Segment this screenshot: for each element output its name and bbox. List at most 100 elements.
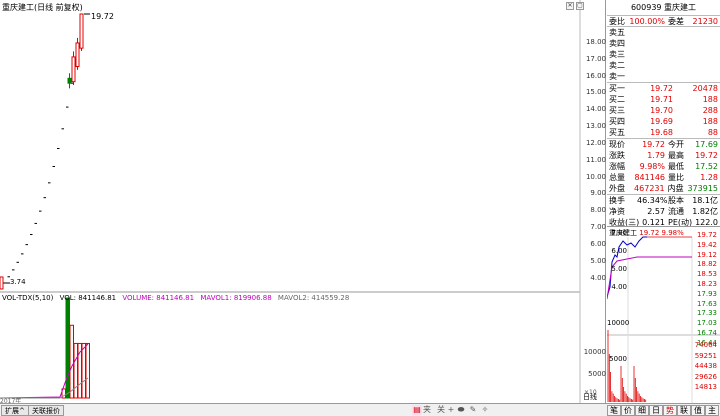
candle-body: [71, 56, 76, 83]
mini-vol-tick-right: 29626: [694, 372, 717, 381]
stats-block: 现价 19.72 今开 17.69 涨跌 1.79 最高 19.72 涨幅 9.98% 最低 17.5…: [607, 139, 720, 195]
fund-row: 换手 46.34% 股本 18.1亿: [607, 195, 720, 206]
volume-bar: [73, 342, 78, 399]
buy-vol: 88: [707, 128, 718, 137]
sell-row: 卖一: [607, 71, 720, 82]
stat-value: 19.72: [642, 140, 665, 149]
buy-price: 19.72: [650, 84, 673, 93]
indicator-icon[interactable]: ▤: [412, 405, 422, 415]
quote-tab[interactable]: 价: [621, 405, 635, 416]
buy-label: 买一: [609, 84, 625, 93]
mini-intraday-panel[interactable]: 重庆建工 19.72 9.98% 7.00 6.00 5.00 4.00 10000 50…: [607, 226, 720, 404]
mini-vol-tick-right: 59251: [694, 351, 717, 360]
close-window-button[interactable]: ✕: [566, 2, 574, 10]
price-tick: 6.00: [590, 239, 606, 248]
tab-related-quotes[interactable]: 关联报价: [28, 405, 64, 416]
tab-expand[interactable]: 扩展^: [1, 405, 29, 416]
volume-bar: [69, 324, 74, 399]
quote-tab[interactable]: 细: [635, 405, 649, 416]
fund-row: 净资 2.57 流通 1.82亿: [607, 206, 720, 217]
stat-key: 最低: [668, 162, 684, 171]
sell-vol: [673, 60, 718, 71]
mini-right-tick: 16.74: [696, 329, 717, 337]
fund-key: 流通: [668, 207, 684, 216]
buy-price: 19.70: [650, 106, 673, 115]
mini-right-tick: 17.93: [696, 289, 717, 298]
buy-price: 19.71: [650, 95, 673, 104]
buy-label: 买五: [609, 128, 625, 137]
quote-tab[interactable]: 主: [705, 405, 719, 416]
stat-value: 17.69: [695, 140, 718, 149]
buy-label: 买四: [609, 117, 625, 126]
buy-row: 买四 19.69 188: [607, 116, 720, 127]
mini-price: 19.72: [639, 229, 660, 237]
tool-clip[interactable]: 夹: [422, 405, 432, 415]
quote-tab[interactable]: 笔: [607, 405, 621, 416]
kline-svg[interactable]: [0, 0, 606, 403]
volume-bar: [85, 342, 90, 399]
zoom-in-icon[interactable]: +: [446, 405, 456, 415]
buy-price: 19.68: [650, 128, 673, 137]
stat-key: 涨幅: [609, 162, 625, 171]
tab-daily[interactable]: 日线: [583, 392, 597, 402]
quote-tab[interactable]: 势: [663, 405, 677, 416]
stat-key: 内盘: [667, 184, 684, 193]
sell-label: 卖四: [609, 39, 625, 48]
buy-row: 买三 19.70 288: [607, 105, 720, 116]
stat-key: 现价: [609, 140, 625, 149]
volume-value: VOLUME: 841146.81: [122, 294, 195, 302]
mini-left-tick: 5.00: [611, 265, 627, 273]
fundamentals-block: 换手 46.34% 股本 18.1亿 净资 2.57 流通 1.82亿 收益(三) 0.121 PE…: [607, 195, 720, 228]
sell-book: 卖五 卖四 卖三 卖二 卖一: [607, 27, 720, 83]
weicha-value: 21230: [692, 17, 718, 26]
buy-label: 买二: [609, 95, 625, 104]
sell-row: 卖五: [607, 27, 720, 38]
stat-value: 9.98%: [639, 162, 665, 171]
low-price-label: 3.74: [10, 278, 26, 286]
price-tick: 7.00: [590, 223, 606, 232]
stat-key: 最高: [668, 151, 684, 160]
quote-tab[interactable]: 值: [691, 405, 705, 416]
quote-tab[interactable]: 日: [649, 405, 663, 416]
mini-vol-tick-right: 14813: [694, 383, 717, 391]
vol-value: VOL: 841146.81: [59, 294, 117, 302]
weibi-row: 委比 100.00% 委差 21230: [607, 17, 720, 27]
sell-row: 卖二: [607, 60, 720, 71]
pen-icon[interactable]: ✎: [468, 405, 478, 415]
high-price-label: 19.72: [91, 12, 114, 21]
mini-right-tick: 17.33: [696, 309, 717, 318]
weibi-value: 100.00%: [629, 17, 665, 26]
stat-key: 量比: [668, 173, 684, 182]
tool-close[interactable]: 关: [436, 405, 446, 415]
stat-row: 现价 19.72 今开 17.69: [607, 139, 720, 150]
fund-key: 股本: [668, 196, 684, 205]
capsule-icon[interactable]: ⬬: [456, 405, 466, 415]
mini-pct: 9.98%: [661, 229, 684, 237]
sell-price: [635, 27, 673, 38]
fund-value: 46.34%: [637, 196, 668, 205]
stat-row: 涨跌 1.79 最高 19.72: [607, 150, 720, 161]
stat-key: 今开: [668, 140, 684, 149]
kline-chart-area[interactable]: 重庆建工(日线 前复权) 19.72 3.74 VOL-TDX(5,10) VO…: [0, 0, 606, 405]
mini-left-tick: 7.00: [611, 229, 627, 237]
sell-price: [635, 38, 673, 49]
sell-price: [635, 71, 673, 82]
wrench-icon[interactable]: ✧: [480, 405, 490, 415]
stat-value: 467231: [634, 184, 665, 193]
first-candle: [0, 276, 4, 290]
fund-key: 换手: [609, 196, 625, 205]
quote-tab[interactable]: 联: [677, 405, 691, 416]
mini-vol-tick-right: 74064: [694, 341, 717, 349]
buy-row: 买二 19.71 188: [607, 94, 720, 105]
sell-row: 卖四: [607, 38, 720, 49]
quote-header: 600939 重庆建工: [607, 0, 720, 16]
fund-value: 18.1亿: [692, 196, 718, 205]
price-tick: 5.00: [590, 256, 606, 265]
restore-window-button[interactable]: ▢: [576, 2, 584, 10]
stat-key: 外盘: [609, 184, 625, 193]
sell-price: [635, 49, 673, 60]
volume-bar: [65, 297, 70, 399]
mavol1-value: MAVOL1: 819906.88: [200, 294, 272, 302]
mini-right-tick: 19.42: [696, 240, 717, 249]
mini-avg-line: [607, 256, 692, 300]
